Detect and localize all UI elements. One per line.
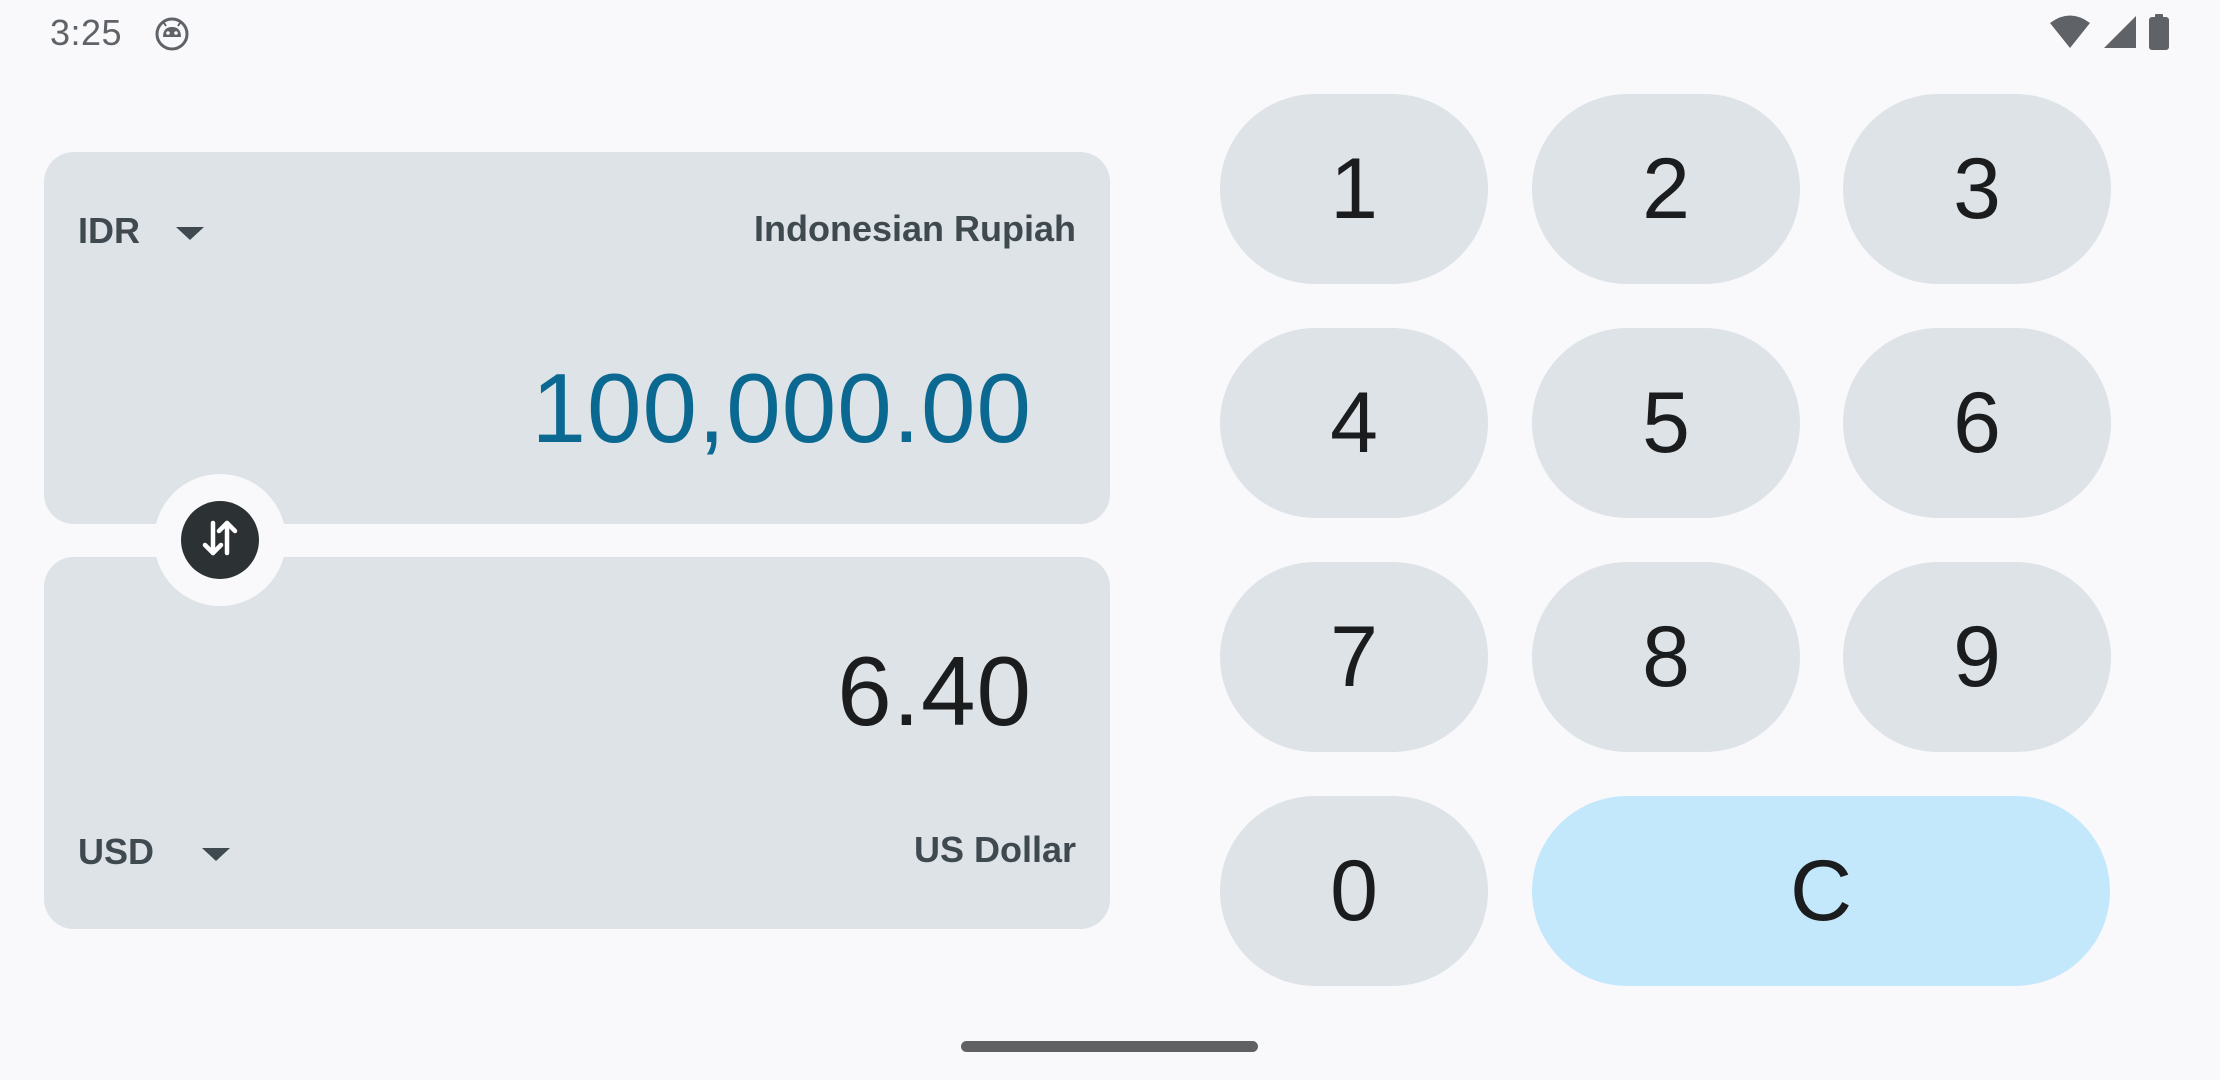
from-amount: 100,000.00 xyxy=(531,353,1032,463)
from-currency-name: Indonesian Rupiah xyxy=(753,208,1076,249)
key-0[interactable]: 0 xyxy=(1220,796,1488,986)
swap-vertical-icon xyxy=(197,515,243,566)
from-currency-card[interactable]: IDR Indonesian Rupiah 100,000.00 xyxy=(44,152,1110,524)
cell-signal-icon xyxy=(2102,14,2138,55)
from-currency-selector[interactable]: IDR xyxy=(78,210,204,252)
from-currency-code: IDR xyxy=(78,210,140,251)
key-9[interactable]: 9 xyxy=(1843,562,2111,752)
key-2[interactable]: 2 xyxy=(1532,94,1800,284)
swap-currencies-button[interactable] xyxy=(181,501,259,579)
home-indicator[interactable] xyxy=(961,1041,1258,1052)
key-8[interactable]: 8 xyxy=(1532,562,1800,752)
to-currency-code: USD xyxy=(78,831,155,872)
status-time: 3:25 xyxy=(50,12,123,53)
status-bar: 3:25 xyxy=(0,0,2220,66)
key-7[interactable]: 7 xyxy=(1220,562,1488,752)
key-4[interactable]: 4 xyxy=(1220,328,1488,518)
clear-button[interactable]: C xyxy=(1532,796,2110,986)
to-amount: 6.40 xyxy=(837,636,1032,746)
dropdown-arrow-icon xyxy=(202,847,231,861)
status-icons xyxy=(2048,13,2170,55)
key-1[interactable]: 1 xyxy=(1220,94,1488,284)
battery-icon xyxy=(2148,13,2170,55)
dropdown-arrow-icon xyxy=(176,226,204,240)
key-6[interactable]: 6 xyxy=(1843,328,2111,518)
wifi-icon xyxy=(2048,14,2092,55)
key-5[interactable]: 5 xyxy=(1532,328,1800,518)
to-currency-card[interactable]: 6.40 USD US Dollar xyxy=(44,557,1110,929)
key-3[interactable]: 3 xyxy=(1843,94,2111,284)
android-face-icon xyxy=(154,16,190,52)
currency-converter-screen: 3:25 IDR Indonesian Rupiah 100,000.00 6.… xyxy=(0,0,2220,1080)
to-currency-name: US Dollar xyxy=(913,829,1076,870)
to-currency-selector[interactable]: USD xyxy=(78,831,231,873)
